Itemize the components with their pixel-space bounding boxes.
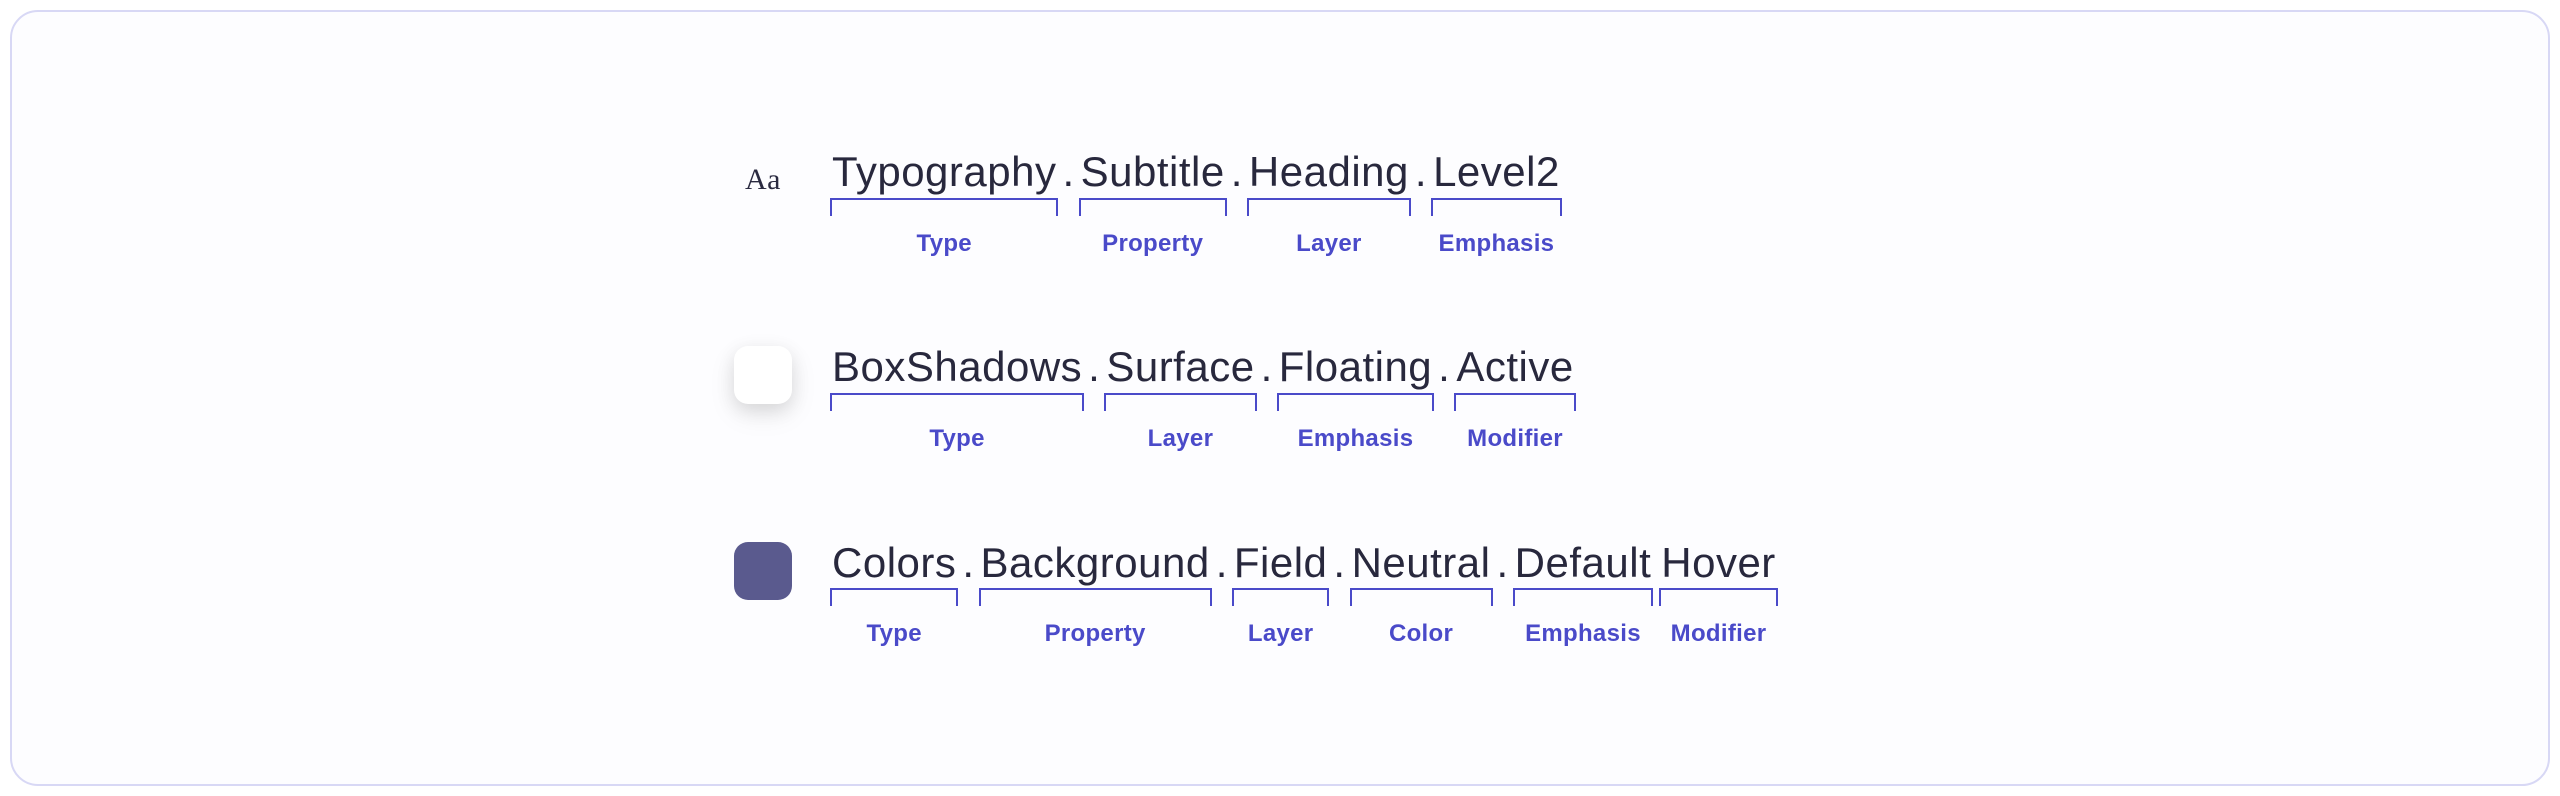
- segment-label: Type: [917, 230, 972, 259]
- segment-word: Colors: [830, 538, 958, 588]
- separator-dot: .: [1329, 538, 1349, 649]
- segment-word: Heading: [1247, 147, 1411, 197]
- token-path: Typography Type . Subtitle Property . He…: [830, 147, 1562, 258]
- segment-word: BoxShadows: [830, 342, 1084, 392]
- segment-word: Level2: [1431, 147, 1562, 197]
- segment-label: Emphasis: [1298, 425, 1414, 454]
- segment-word: Default: [1513, 538, 1654, 588]
- segment-label: Property: [1102, 230, 1203, 259]
- typography-icon: Aa: [732, 149, 794, 211]
- segment-word: Neutral: [1350, 538, 1493, 588]
- typography-icon-label: Aa: [745, 163, 781, 197]
- separator-dot: .: [1411, 147, 1431, 258]
- token-breakdown: Typography Type . Subtitle Property . He…: [830, 147, 1562, 258]
- segment-word: Typography: [830, 147, 1058, 197]
- token-breakdown: BoxShadows Type . Surface Layer . Floati…: [830, 342, 1576, 453]
- color-swatch-icon: [732, 540, 794, 602]
- token-naming-card: Aa Typography Type . Subtitle Property .…: [10, 10, 2550, 786]
- separator-dot: .: [1084, 342, 1104, 453]
- separator-dot: .: [958, 538, 978, 649]
- token-path: Colors Type . Background Property . Fiel…: [830, 538, 1778, 649]
- white-swatch: [734, 346, 792, 404]
- segment-word: Background: [979, 538, 1212, 588]
- segment-label: Emphasis: [1439, 230, 1555, 259]
- segment-word: Hover: [1659, 538, 1778, 588]
- separator-dot: .: [1493, 538, 1513, 649]
- shadow-swatch-icon: [732, 344, 794, 406]
- segment-label: Type: [866, 620, 921, 649]
- segment-label: Color: [1389, 620, 1453, 649]
- segment-word: Subtitle: [1079, 147, 1227, 197]
- segment-word: Field: [1232, 538, 1330, 588]
- token-row-boxshadows: BoxShadows Type . Surface Layer . Floati…: [732, 342, 2548, 453]
- purple-swatch: [734, 542, 792, 600]
- segment-word: Floating: [1277, 342, 1434, 392]
- segment-label: Type: [929, 425, 984, 454]
- token-path: BoxShadows Type . Surface Layer . Floati…: [830, 342, 1576, 453]
- segment-word: Surface: [1104, 342, 1256, 392]
- segment-label: Layer: [1148, 425, 1214, 454]
- separator-dot: .: [1257, 342, 1277, 453]
- segment-label: Modifier: [1467, 425, 1563, 454]
- token-row-colors: Colors Type . Background Property . Fiel…: [732, 538, 2548, 649]
- segment-label: Layer: [1296, 230, 1362, 259]
- token-row-typography: Aa Typography Type . Subtitle Property .…: [732, 147, 2548, 258]
- segment-label: Layer: [1248, 620, 1314, 649]
- separator-dot: .: [1227, 147, 1247, 258]
- segment-label: Modifier: [1671, 620, 1767, 649]
- segment-word: Active: [1454, 342, 1575, 392]
- segment-label: Property: [1045, 620, 1146, 649]
- segment-label: Emphasis: [1525, 620, 1641, 649]
- separator-dot: .: [1212, 538, 1232, 649]
- separator-dot: .: [1434, 342, 1454, 453]
- separator-dot: .: [1058, 147, 1078, 258]
- token-breakdown: Colors Type . Background Property . Fiel…: [830, 538, 1778, 649]
